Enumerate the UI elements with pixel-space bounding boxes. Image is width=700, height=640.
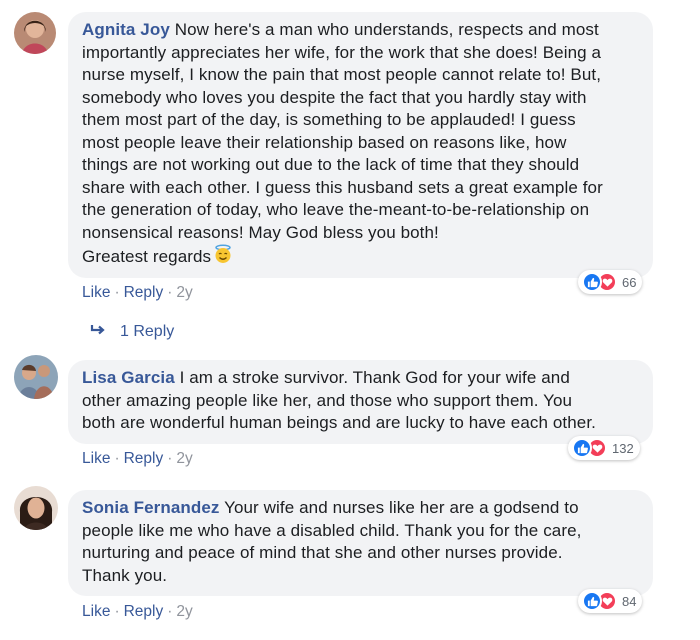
comment-line: Agnita Joy Now here's a man who understa… xyxy=(82,19,641,42)
reaction-summary[interactable]: 132 xyxy=(568,436,640,460)
comment-text: somebody who loves you despite the fact … xyxy=(82,87,587,107)
replies-count[interactable]: 1 Reply xyxy=(120,323,174,341)
separator: · xyxy=(114,284,120,301)
comment-text: most people leave their relationship bas… xyxy=(82,132,567,152)
like-link[interactable]: Like xyxy=(82,284,110,301)
comment-line: Sonia Fernandez Your wife and nurses lik… xyxy=(82,497,641,520)
view-replies-link[interactable]: 1 Reply xyxy=(90,323,174,341)
comment-text: nurturing and peace of mind that she and… xyxy=(82,543,563,562)
comment-timestamp[interactable]: 2y xyxy=(176,284,192,301)
comment-text: the generation of today, who leave the-m… xyxy=(82,200,590,219)
comment-text: other amazing people like her, and those… xyxy=(82,390,573,410)
angel-emoji-icon xyxy=(213,244,233,271)
comment-text: Your wife and nurses like her are a gods… xyxy=(224,498,579,517)
comment-timestamp[interactable]: 2y xyxy=(176,450,192,467)
comment-timestamp[interactable]: 2y xyxy=(176,603,192,620)
reply-arrow-icon xyxy=(90,323,106,341)
comment-text: nurse myself, I know the pain that most … xyxy=(82,65,602,84)
comment-actions: Like · Reply · 2y xyxy=(82,450,193,468)
comment-author[interactable]: Sonia Fernandez xyxy=(82,498,220,517)
comment-bubble: Agnita Joy Now here's a man who understa… xyxy=(68,12,653,278)
separator: · xyxy=(167,284,173,301)
reaction-summary[interactable]: 66 xyxy=(578,270,643,294)
separator: · xyxy=(114,450,120,467)
comment-text: Now here's a man who understands, respec… xyxy=(174,20,599,39)
like-reaction-icon xyxy=(572,438,592,458)
comment-actions: Like · Reply · 2y xyxy=(82,603,193,621)
comment-text: Thank you. xyxy=(82,565,168,585)
comment-bubble: Lisa Garcia I am a stroke survivor. Than… xyxy=(68,360,653,444)
reply-link[interactable]: Reply xyxy=(124,284,164,301)
comment-text: Greatest regards xyxy=(82,247,212,266)
comment-text: both are wonderful human beings and are … xyxy=(82,413,597,432)
avatar-sonia-fernandez[interactable] xyxy=(14,486,58,530)
like-reaction-icon xyxy=(582,272,602,292)
comment-line: Lisa Garcia I am a stroke survivor. Than… xyxy=(82,367,641,390)
like-link[interactable]: Like xyxy=(82,450,110,467)
reply-link[interactable]: Reply xyxy=(124,603,164,620)
reaction-count: 84 xyxy=(622,593,637,609)
reaction-count: 132 xyxy=(612,440,634,456)
comment-text: things are not working out due to the la… xyxy=(82,155,580,174)
comment-text: people like me who have a disabled child… xyxy=(82,520,582,540)
reaction-count: 66 xyxy=(622,274,637,290)
comment-bubble: Sonia Fernandez Your wife and nurses lik… xyxy=(68,490,653,596)
reaction-summary[interactable]: 84 xyxy=(578,589,643,613)
comment-text: nonsensical reasons! May God bless you b… xyxy=(82,222,439,242)
comment-actions: Like · Reply · 2y xyxy=(82,284,193,302)
separator: · xyxy=(114,603,120,620)
comment-text: importantly appreciates her wife, for th… xyxy=(82,42,602,62)
avatar-agnita-joy[interactable] xyxy=(14,12,56,54)
comment-text: them most part of the day, is something … xyxy=(82,110,576,129)
separator: · xyxy=(167,603,173,620)
like-reaction-icon xyxy=(582,591,602,611)
comment-text: share with each other. I guess this husb… xyxy=(82,177,603,197)
comment-author[interactable]: Lisa Garcia xyxy=(82,368,175,387)
reply-link[interactable]: Reply xyxy=(124,450,164,467)
separator: · xyxy=(167,450,173,467)
like-link[interactable]: Like xyxy=(82,603,110,620)
comment-line: Greatest regards xyxy=(82,244,641,271)
avatar-lisa-garcia[interactable] xyxy=(14,355,58,399)
comment-author[interactable]: Agnita Joy xyxy=(82,20,170,39)
comment-text: I am a stroke survivor. Thank God for yo… xyxy=(179,368,570,387)
